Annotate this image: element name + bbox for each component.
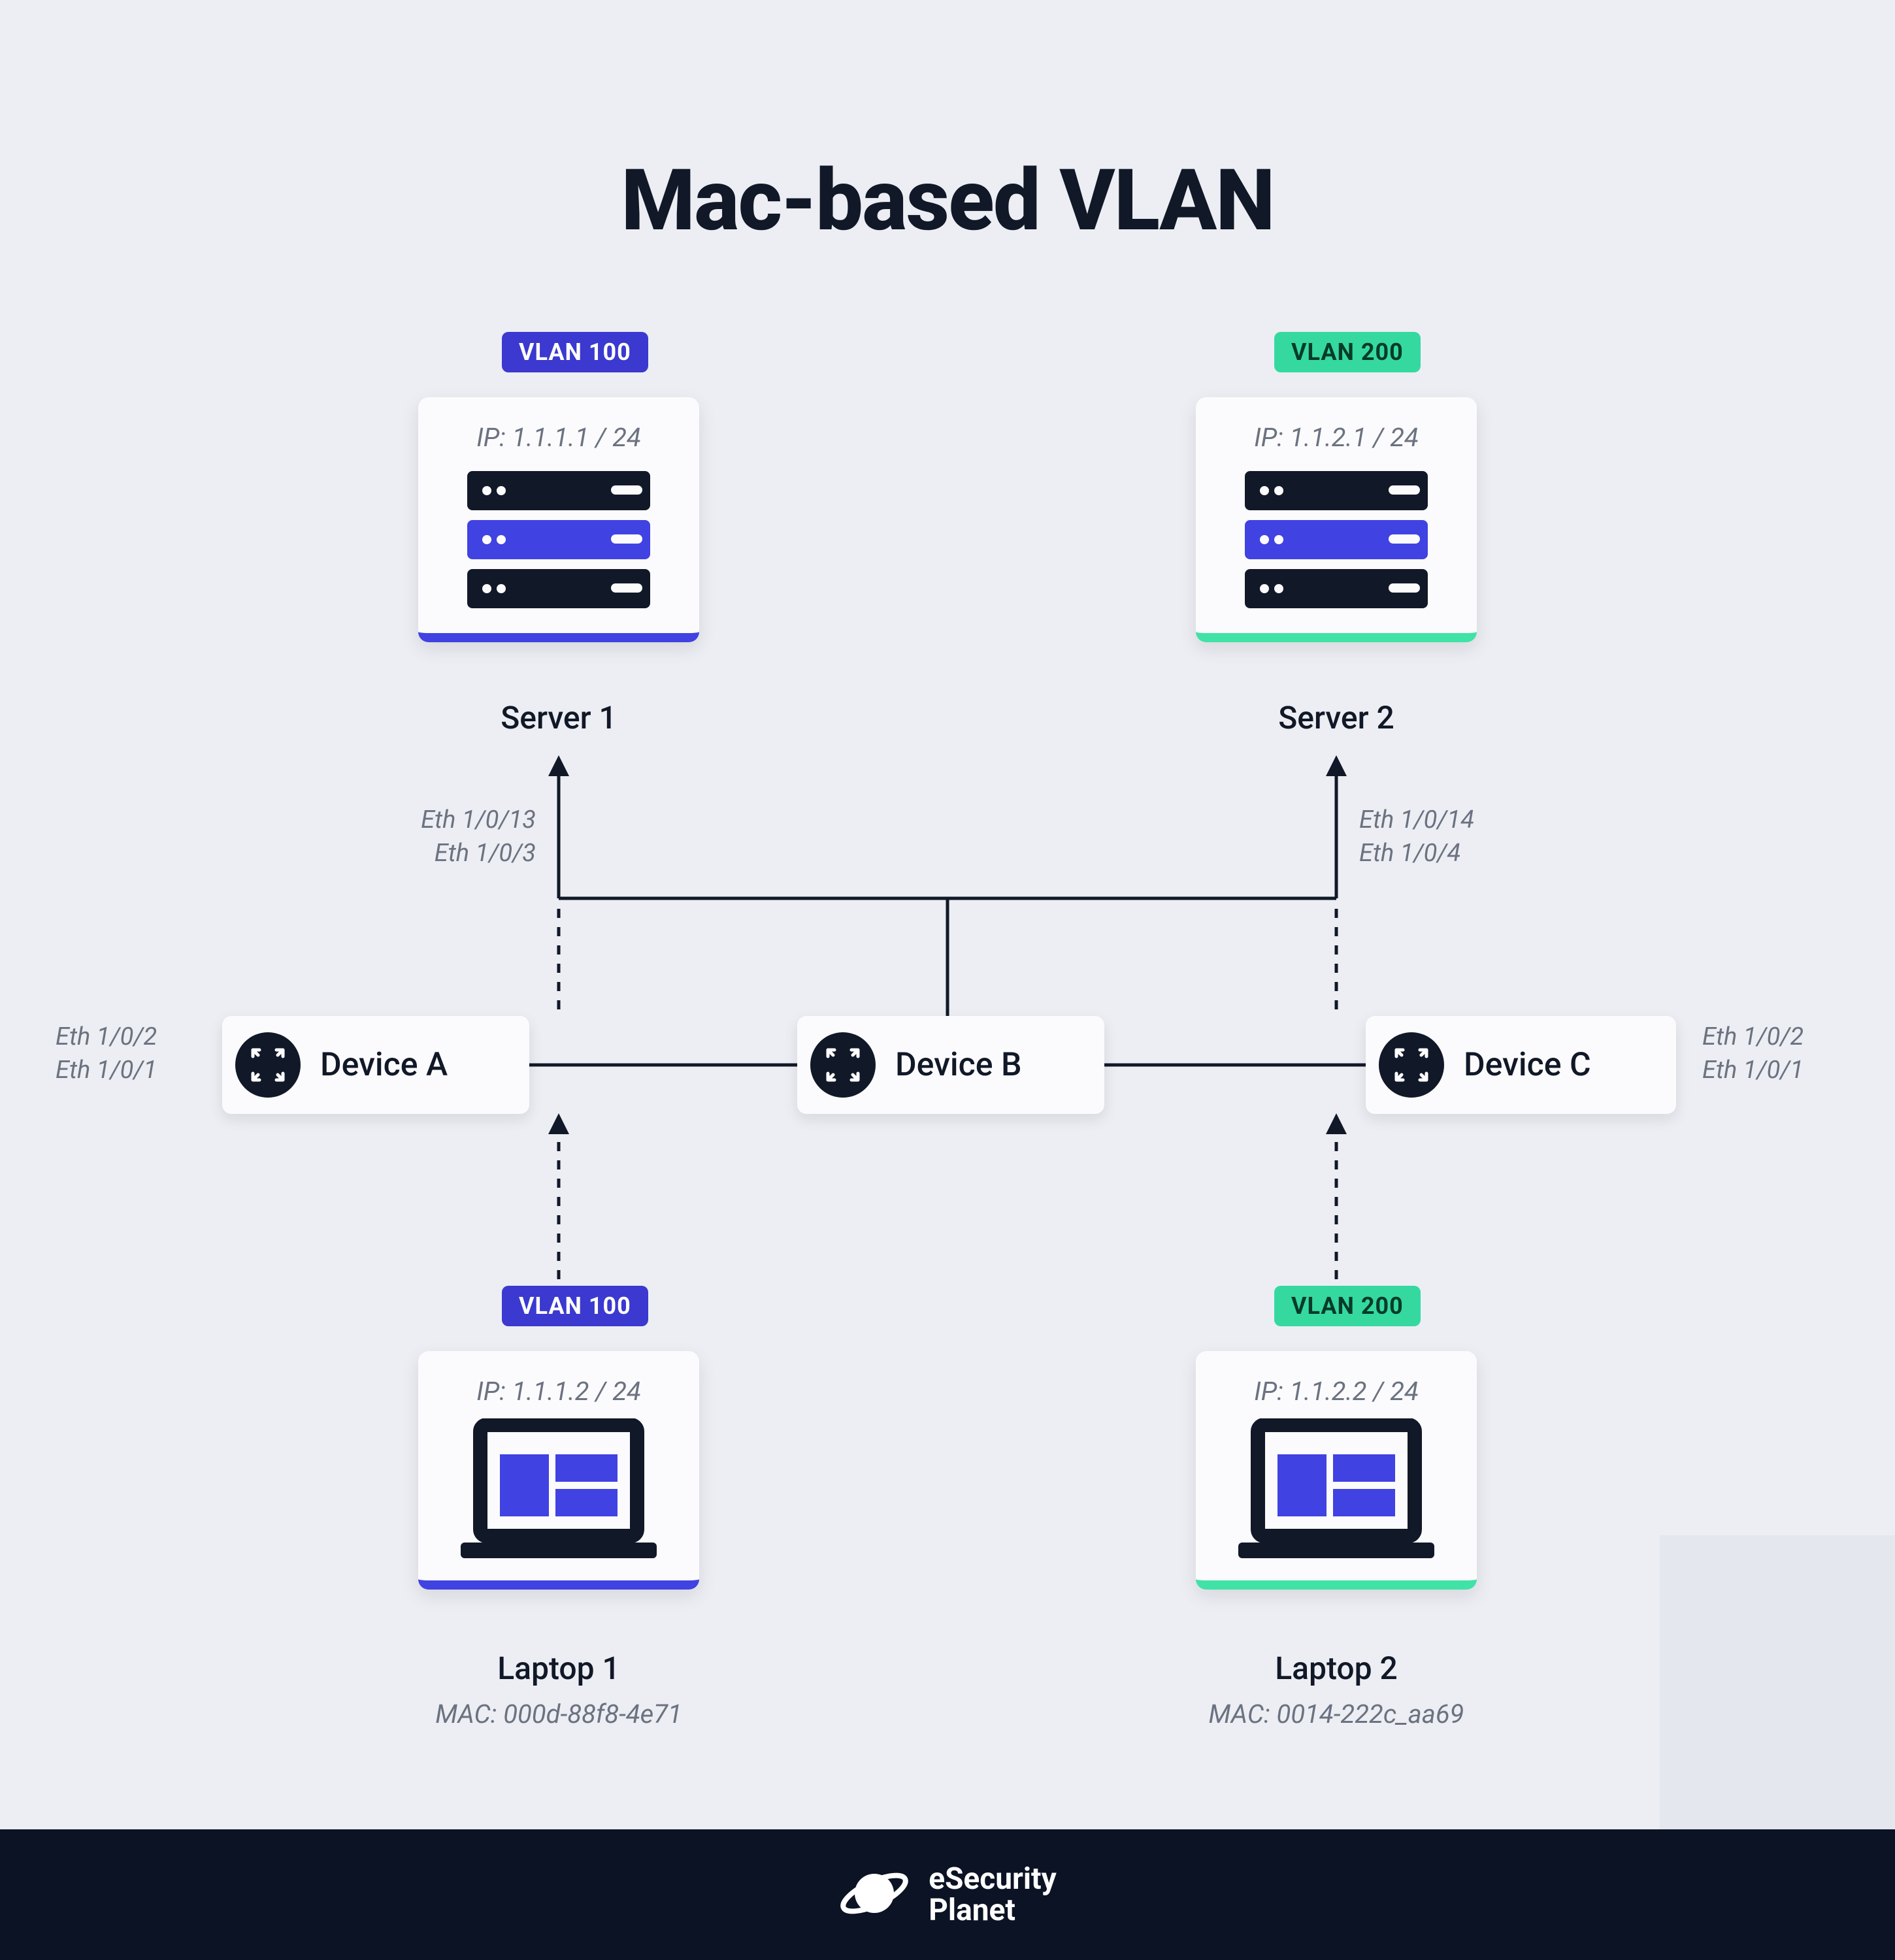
- switch-icon: [810, 1032, 876, 1098]
- server-1-label: Server 1: [418, 699, 699, 736]
- device-c-label: Device C: [1464, 1046, 1591, 1084]
- vlan-tag-100-top: VLAN 100: [502, 332, 648, 372]
- laptop-1-ip: IP: 1.1.1.2 / 24: [438, 1376, 680, 1407]
- laptop-icon: [438, 1418, 680, 1562]
- planet-icon: [838, 1857, 910, 1932]
- connector-layer: [0, 0, 1895, 1960]
- vlan-tag-200-bottom: VLAN 200: [1274, 1286, 1421, 1326]
- brand-text: eSecurity Planet: [929, 1863, 1056, 1927]
- server-1-ip: IP: 1.1.1.1 / 24: [438, 422, 680, 453]
- device-a-label: Device A: [320, 1046, 448, 1084]
- footer-bar: eSecurity Planet: [0, 1829, 1895, 1960]
- laptop-1-card: IP: 1.1.1.2 / 24: [418, 1351, 699, 1590]
- port-up-left: Eth 1/0/13Eth 1/0/3: [366, 804, 536, 871]
- server-2-card: IP: 1.1.2.1 / 24: [1196, 397, 1477, 642]
- switch-icon: [235, 1032, 301, 1098]
- laptop-icon: [1215, 1418, 1457, 1562]
- device-b-label: Device B: [895, 1046, 1022, 1084]
- port-up-right: Eth 1/0/14Eth 1/0/4: [1359, 804, 1474, 871]
- server-icon: [1215, 465, 1457, 615]
- port-left: Eth 1/0/2Eth 1/0/1: [56, 1021, 157, 1088]
- port-right: Eth 1/0/2Eth 1/0/1: [1702, 1021, 1804, 1088]
- diagram-title: Mac-based VLAN: [0, 150, 1895, 250]
- laptop-2-label: Laptop 2: [1196, 1650, 1477, 1687]
- device-b: Device B: [797, 1016, 1104, 1114]
- vlan-tag-100-bottom: VLAN 100: [502, 1286, 648, 1326]
- server-icon: [438, 465, 680, 615]
- server-2-ip: IP: 1.1.2.1 / 24: [1215, 422, 1457, 453]
- background-accent: [1660, 1535, 1895, 1829]
- device-c: Device C: [1366, 1016, 1676, 1114]
- laptop-1-label: Laptop 1: [418, 1650, 699, 1687]
- vlan-tag-200-top: VLAN 200: [1274, 332, 1421, 372]
- server-1-card: IP: 1.1.1.1 / 24: [418, 397, 699, 642]
- switch-icon: [1379, 1032, 1444, 1098]
- server-2-label: Server 2: [1196, 699, 1477, 736]
- laptop-2-card: IP: 1.1.2.2 / 24: [1196, 1351, 1477, 1590]
- laptop-2-mac: MAC: 0014-222c_aa69: [1173, 1699, 1500, 1729]
- laptop-2-ip: IP: 1.1.2.2 / 24: [1215, 1376, 1457, 1407]
- device-a: Device A: [222, 1016, 529, 1114]
- laptop-1-mac: MAC: 000d-88f8-4e71: [395, 1699, 722, 1729]
